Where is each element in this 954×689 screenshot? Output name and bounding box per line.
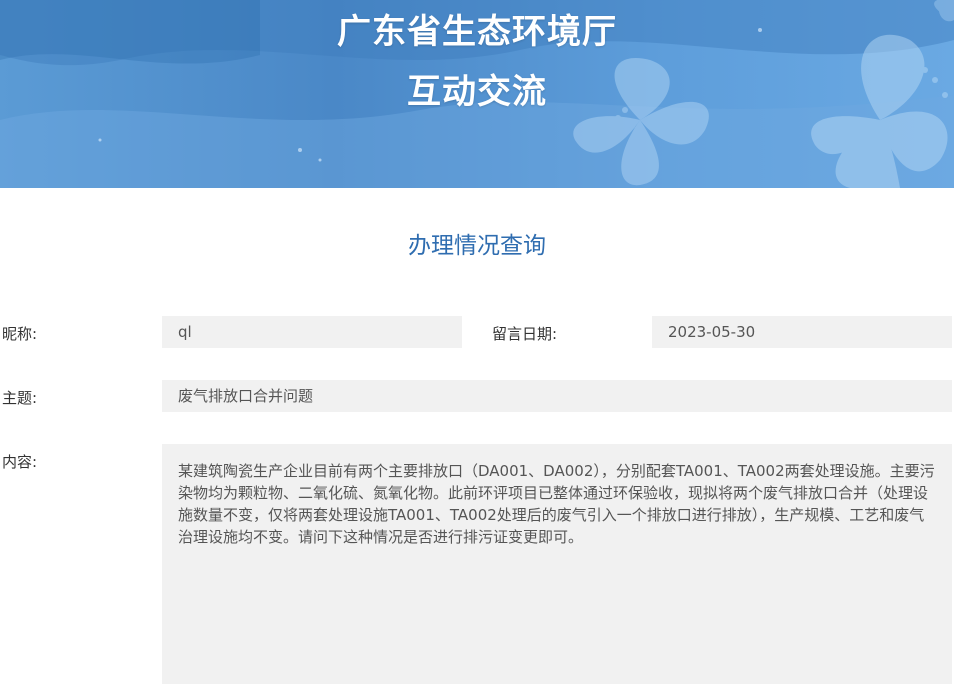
- date-field: 2023-05-30: [652, 316, 952, 348]
- nickname-label: 昵称:: [2, 323, 37, 344]
- subject-field: 废气排放口合并问题: [162, 380, 952, 412]
- site-subtitle: 互动交流: [0, 64, 954, 113]
- header-banner: 广东省生态环境厅 互动交流: [0, 0, 954, 188]
- page-title: 办理情况查询: [0, 226, 954, 260]
- content-label: 内容:: [2, 451, 37, 472]
- date-label: 留言日期:: [492, 323, 557, 344]
- subject-label: 主题:: [2, 387, 37, 408]
- site-title: 广东省生态环境厅: [0, 4, 954, 53]
- content-field: 某建筑陶瓷生产企业目前有两个主要排放口（DA001、DA002），分别配套TA0…: [162, 444, 952, 684]
- nickname-field: ql: [162, 316, 462, 348]
